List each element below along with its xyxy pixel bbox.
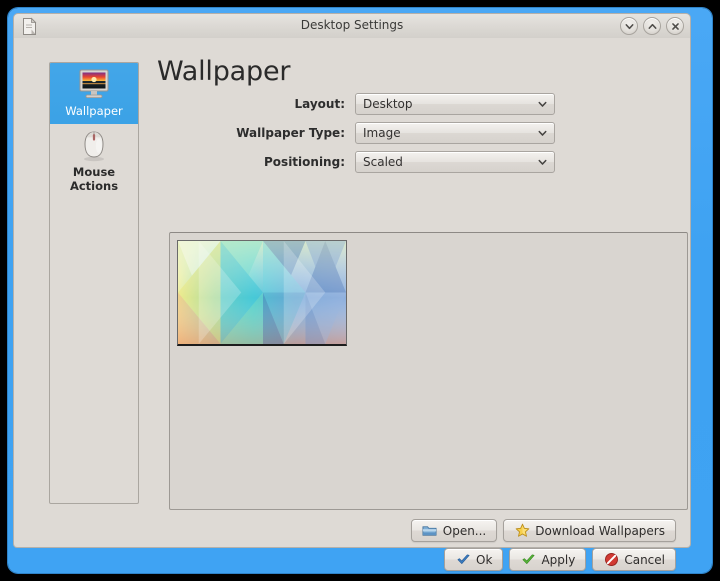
wallpaper-type-value: Image: [363, 126, 401, 140]
chevron-down-icon: [537, 153, 548, 172]
form-row-positioning: Positioning: Scaled: [155, 151, 676, 173]
cancel-red-icon: [603, 552, 619, 568]
download-wallpapers-button[interactable]: Download Wallpapers: [503, 519, 676, 542]
open-button-label: Open...: [442, 523, 487, 538]
page-title: Wallpaper: [157, 56, 291, 87]
titlebar[interactable]: Desktop Settings: [13, 13, 691, 38]
chevron-down-icon: [537, 95, 548, 114]
sidebar-item-wallpaper[interactable]: Wallpaper: [50, 63, 138, 124]
sidebar-item-label: Wallpaper: [65, 104, 123, 118]
check-blue-icon: [455, 552, 471, 568]
wallpaper-type-label: Wallpaper Type:: [236, 126, 345, 140]
wallpaper-list[interactable]: [169, 232, 688, 510]
mouse-icon: [74, 129, 114, 163]
download-wallpapers-button-label: Download Wallpapers: [535, 523, 665, 538]
dialog-buttons: Ok Apply Cancel: [444, 548, 676, 571]
cancel-button-label: Cancel: [624, 552, 665, 567]
dialog-body: Wallpaper Mouse Actions Wallpaper Layout…: [13, 38, 691, 571]
window-title: Desktop Settings: [300, 18, 404, 32]
apply-button-label: Apply: [541, 552, 576, 567]
positioning-select[interactable]: Scaled: [355, 151, 555, 173]
layout-label: Layout:: [294, 97, 345, 111]
monitor-wallpaper-icon: [74, 68, 114, 102]
check-green-icon: [520, 552, 536, 568]
window-controls: [620, 17, 684, 35]
keep-above-button[interactable]: [643, 17, 661, 35]
folder-open-icon: [422, 523, 438, 539]
cancel-button[interactable]: Cancel: [592, 548, 676, 571]
sidebar-item-mouse-actions[interactable]: Mouse Actions: [50, 124, 138, 199]
layout-select[interactable]: Desktop: [355, 93, 555, 115]
sidebar: Wallpaper Mouse Actions: [49, 62, 139, 504]
wallpaper-thumbnail-item[interactable]: [177, 240, 347, 346]
layout-value: Desktop: [363, 97, 413, 111]
ok-button[interactable]: Ok: [444, 548, 504, 571]
form-row-layout: Layout: Desktop: [155, 93, 676, 115]
ok-button-label: Ok: [476, 552, 493, 567]
sidebar-item-label: Mouse Actions: [69, 165, 119, 193]
open-button[interactable]: Open...: [410, 519, 498, 542]
form-row-wallpaper-type: Wallpaper Type: Image: [155, 122, 676, 144]
wallpaper-type-select[interactable]: Image: [355, 122, 555, 144]
wallpaper-actions: Open... Download Wallpapers: [410, 519, 676, 542]
positioning-value: Scaled: [363, 155, 403, 169]
close-button[interactable]: [666, 17, 684, 35]
main-content: Wallpaper Layout: Desktop Wallpaper Type…: [155, 56, 688, 571]
positioning-label: Positioning:: [264, 155, 345, 169]
settings-form: Layout: Desktop Wallpaper Type: Image Po…: [155, 93, 676, 173]
shade-button[interactable]: [620, 17, 638, 35]
star-icon: [514, 523, 530, 539]
apply-button[interactable]: Apply: [509, 548, 587, 571]
chevron-down-icon: [537, 124, 548, 143]
